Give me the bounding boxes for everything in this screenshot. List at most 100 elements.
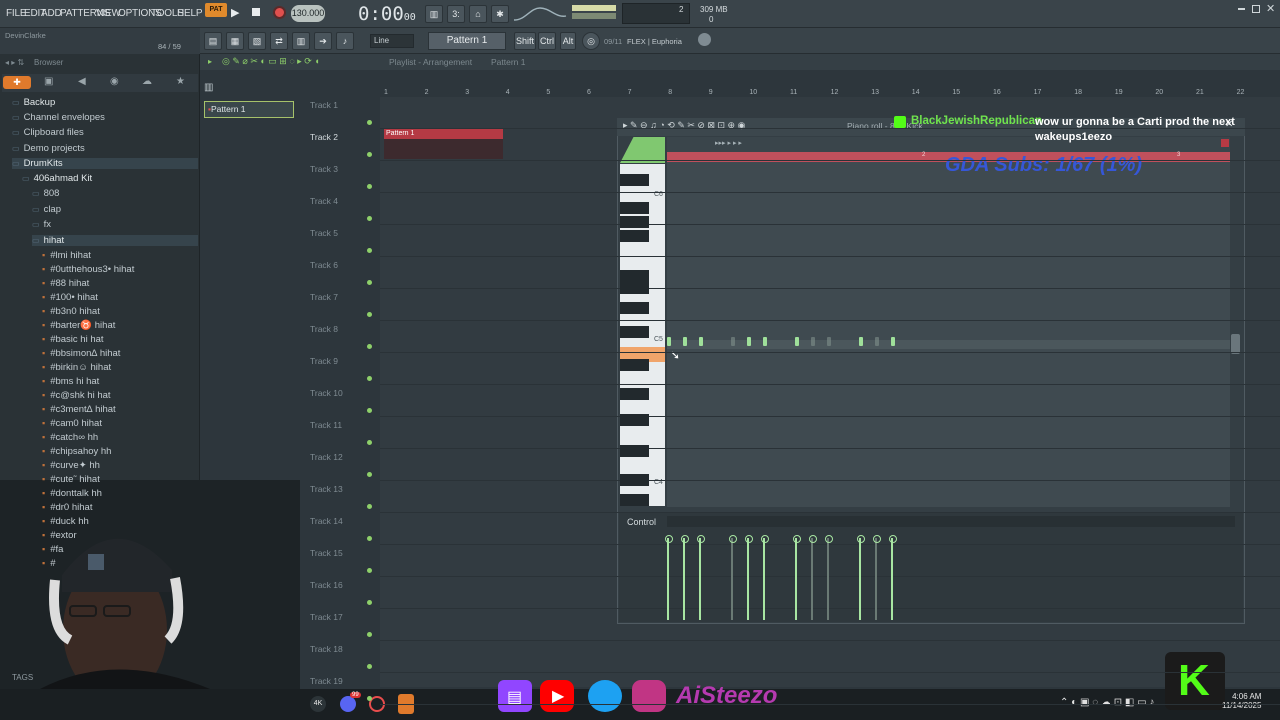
browser-file-item[interactable]: #extor: [42, 530, 76, 541]
maximize-icon[interactable]: [1252, 5, 1260, 13]
step-edit-icon[interactable]: ▥: [425, 5, 443, 23]
stop-icon[interactable]: [252, 8, 260, 16]
velocity-bar[interactable]: [889, 535, 897, 620]
browser-folder-channel-envelopes[interactable]: Channel envelopes: [12, 112, 105, 123]
velocity-bar[interactable]: [729, 535, 737, 620]
shift-button[interactable]: Shift: [514, 32, 536, 50]
browser-folder-hihat[interactable]: hihat: [32, 235, 198, 246]
browser-file-item[interactable]: #chipsahoy hh: [42, 446, 111, 457]
piano-roll-note[interactable]: [811, 337, 815, 346]
track-mute-indicator[interactable]: [367, 344, 372, 349]
browser-files-icon[interactable]: ▣: [44, 76, 53, 87]
track-label[interactable]: Track 7: [310, 292, 338, 302]
piano-roll-note[interactable]: [683, 337, 687, 346]
velocity-bar[interactable]: [681, 535, 689, 620]
track-label[interactable]: Track 11: [310, 420, 342, 430]
play-icon[interactable]: ▶: [231, 6, 239, 19]
black-piano-key[interactable]: [620, 445, 649, 457]
piano-roll-tool-icons[interactable]: ▸ ✎ ⊖ ♫ ◔ ⟲ ✎ ✂ ⊘ ⊠ ⊡ ⊕ ◉: [623, 120, 745, 131]
black-piano-key[interactable]: [620, 474, 649, 486]
track-mute-indicator[interactable]: [367, 184, 372, 189]
track-label[interactable]: Track 9: [310, 356, 338, 366]
track-mute-indicator[interactable]: [367, 472, 372, 477]
track-label[interactable]: Track 5: [310, 228, 338, 238]
track-label[interactable]: Track 18: [310, 644, 343, 654]
track-mute-indicator[interactable]: [367, 312, 372, 317]
browser-nav-icon[interactable]: ◂ ▸ ⇅: [5, 58, 24, 67]
track-mute-indicator[interactable]: [367, 504, 372, 509]
track-mute-indicator[interactable]: [367, 632, 372, 637]
blend-icon[interactable]: 3:: [447, 5, 465, 23]
browser-file-item[interactable]: #bms hi hat: [42, 376, 99, 387]
browser-file-item[interactable]: #c3ment∆ hihat: [42, 404, 116, 415]
browser-file-item[interactable]: #dr0 hihat: [42, 502, 92, 513]
browser-file-item[interactable]: #fa: [42, 544, 63, 555]
pattern-select[interactable]: Pattern 1: [428, 32, 506, 50]
piano-roll-note[interactable]: [891, 337, 895, 346]
online-icon[interactable]: [698, 33, 711, 46]
track-mute-indicator[interactable]: [367, 568, 372, 573]
track-label[interactable]: Track 4: [310, 196, 338, 206]
track-label[interactable]: Track 14: [310, 516, 343, 526]
playlist-tool-icons[interactable]: ◎ ✎ ⌀ ✂ ◐ ▭ ⊞ ◌ ▸ ⟳ ◖: [222, 56, 320, 67]
browser-file-item[interactable]: #donttalk hh: [42, 488, 102, 499]
browser-file-item[interactable]: #cute˜ hihat: [42, 474, 100, 485]
track-mute-indicator[interactable]: [367, 600, 372, 605]
track-mute-indicator[interactable]: [367, 152, 372, 157]
track-mute-indicator[interactable]: [367, 216, 372, 221]
record-icon[interactable]: [273, 6, 286, 19]
black-piano-key[interactable]: [620, 302, 649, 314]
playlist-icon[interactable]: ▤: [204, 32, 222, 50]
track-label[interactable]: Track 3: [310, 164, 338, 174]
metronome-icon[interactable]: ⌂: [469, 5, 487, 23]
piano-roll-note[interactable]: [731, 337, 735, 346]
piano-roll-note[interactable]: [875, 337, 879, 346]
channel-rack-icon[interactable]: ▦: [226, 32, 244, 50]
track-mute-indicator[interactable]: [367, 376, 372, 381]
piano-roll-note[interactable]: [699, 337, 703, 346]
mixer-icon[interactable]: ⇄: [270, 32, 288, 50]
track-mute-indicator[interactable]: [367, 120, 372, 125]
track-label[interactable]: Track 6: [310, 260, 338, 270]
track-mute-indicator[interactable]: [367, 696, 372, 701]
close-icon[interactable]: ✕: [1266, 2, 1275, 15]
master-pitch-bar[interactable]: [572, 13, 616, 19]
browser-file-item[interactable]: #: [42, 558, 55, 569]
piano-roll-scrollbar[interactable]: [1231, 334, 1240, 354]
piano-roll-note[interactable]: [667, 337, 671, 346]
velocity-bar[interactable]: [857, 535, 865, 620]
minimize-icon[interactable]: [1238, 8, 1245, 10]
browser-file-item[interactable]: #b3n0 hihat: [42, 306, 100, 317]
black-piano-key[interactable]: [620, 270, 649, 282]
pattern-clip[interactable]: Pattern 1: [384, 129, 503, 159]
browser-file-item[interactable]: #88 hihat: [42, 278, 89, 289]
mic-icon[interactable]: ♪: [336, 32, 354, 50]
browser-folder-backup[interactable]: Backup: [12, 97, 56, 108]
black-piano-key[interactable]: [620, 282, 649, 294]
browser-tags[interactable]: TAGS: [12, 673, 33, 682]
master-volume-bar[interactable]: [572, 5, 616, 11]
browser-folder-406ahmad[interactable]: 406ahmad Kit: [22, 173, 93, 184]
velocity-bar[interactable]: [665, 535, 673, 620]
black-piano-key[interactable]: [620, 202, 649, 214]
discord-icon[interactable]: [340, 696, 356, 712]
track-label[interactable]: Track 16: [310, 580, 343, 590]
browser-cloud-icon[interactable]: ☁: [142, 76, 152, 87]
plugin-icon[interactable]: ▥: [292, 32, 310, 50]
pattern-picker-item[interactable]: ▪Pattern 1: [204, 101, 294, 118]
browser-file-item[interactable]: #curve✦ hh: [42, 460, 100, 471]
browser-folder-clipboard[interactable]: Clipboard files: [12, 127, 84, 138]
track-label[interactable]: Track 8: [310, 324, 338, 334]
piano-keys-icon[interactable]: ▥: [204, 82, 226, 96]
snap-select[interactable]: Line: [370, 34, 414, 48]
track-mute-indicator[interactable]: [367, 536, 372, 541]
velocity-bar[interactable]: [761, 535, 769, 620]
track-label[interactable]: Track 13: [310, 484, 343, 494]
browser-folder-demo[interactable]: Demo projects: [12, 143, 85, 154]
black-piano-key[interactable]: [620, 326, 649, 338]
track-label[interactable]: Track 1: [310, 100, 338, 110]
black-piano-key[interactable]: [620, 494, 649, 506]
wait-icon[interactable]: ✱: [491, 5, 509, 23]
black-piano-key[interactable]: [620, 359, 649, 371]
ctrl-button[interactable]: Ctrl: [538, 32, 556, 50]
